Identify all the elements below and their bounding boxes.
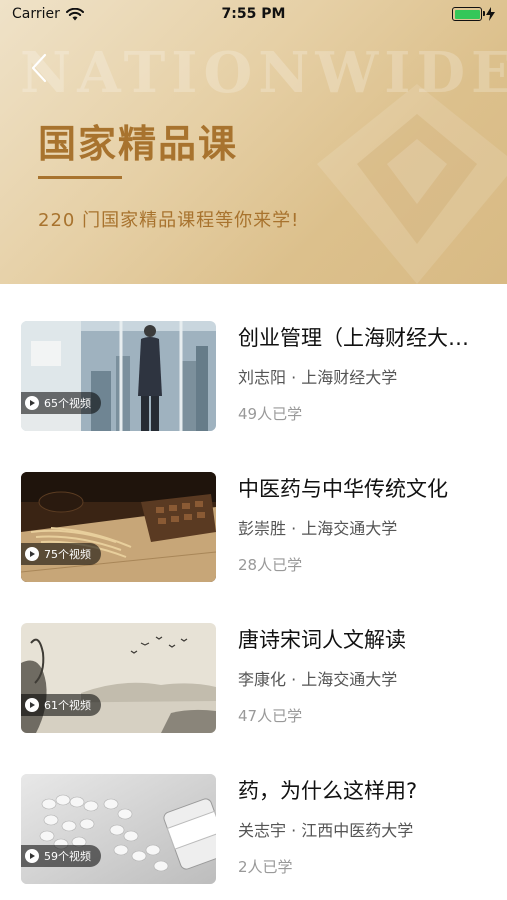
course-teacher-school: 李康化 · 上海交通大学 bbox=[238, 670, 398, 689]
play-icon bbox=[25, 547, 39, 561]
course-title[interactable]: 中医药与中华传统文化 bbox=[238, 473, 478, 503]
play-icon bbox=[25, 396, 39, 410]
status-bar: Carrier 7:55 PM bbox=[0, 0, 507, 28]
course-teacher-school: 关志宇 · 江西中医药大学 bbox=[238, 821, 414, 840]
course-title[interactable]: 创业管理（上海财经大学） bbox=[238, 322, 478, 352]
title-underline bbox=[38, 176, 122, 179]
course-thumbnail[interactable]: 61个视频 bbox=[21, 623, 216, 733]
header-banner: NATIONWIDE Carrier 7:55 PM 国家精品课 220 门国家… bbox=[0, 0, 507, 284]
video-count-badge: 75个视频 bbox=[21, 543, 101, 565]
video-count: 65个视频 bbox=[44, 397, 91, 410]
chevron-left-icon bbox=[31, 53, 47, 83]
video-count: 75个视频 bbox=[44, 548, 91, 561]
course-thumbnail[interactable]: 65个视频 bbox=[21, 321, 216, 431]
video-count-badge: 65个视频 bbox=[21, 392, 101, 414]
video-count-badge: 61个视频 bbox=[21, 694, 101, 716]
course-learner-count: 49人已学 bbox=[238, 405, 303, 423]
course-title[interactable]: 药，为什么这样用? bbox=[238, 775, 478, 805]
business-man-window-image bbox=[21, 321, 216, 431]
course-item[interactable]: 59个视频 药，为什么这样用? 关志宇 · 江西中医药大学 2人已学 bbox=[0, 737, 507, 888]
course-learner-count: 28人已学 bbox=[238, 556, 303, 574]
page-subtitle: 220 门国家精品课程等你来学! bbox=[38, 210, 300, 231]
back-button[interactable] bbox=[22, 48, 56, 88]
course-learner-count: 47人已学 bbox=[238, 707, 303, 725]
course-item[interactable]: 75个视频 中医药与中华传统文化 彭崇胜 · 上海交通大学 28人已学 bbox=[0, 435, 507, 586]
chinese-herbs-image bbox=[21, 472, 216, 582]
course-thumbnail[interactable]: 75个视频 bbox=[21, 472, 216, 582]
course-teacher-school: 彭崇胜 · 上海交通大学 bbox=[238, 519, 398, 538]
course-item[interactable]: 61个视频 唐诗宋词人文解读 李康化 · 上海交通大学 47人已学 bbox=[0, 586, 507, 737]
video-count: 59个视频 bbox=[44, 850, 91, 863]
video-count: 61个视频 bbox=[44, 699, 91, 712]
course-list: 65个视频 创业管理（上海财经大学） 刘志阳 · 上海财经大学 49人已学 75… bbox=[0, 284, 507, 888]
course-teacher-school: 刘志阳 · 上海财经大学 bbox=[238, 368, 398, 387]
play-icon bbox=[25, 849, 39, 863]
video-count-badge: 59个视频 bbox=[21, 845, 101, 867]
pills-bottle-image bbox=[21, 774, 216, 884]
page-title: 国家精品课 bbox=[38, 121, 239, 166]
course-thumbnail[interactable]: 59个视频 bbox=[21, 774, 216, 884]
status-time: 7:55 PM bbox=[221, 6, 286, 22]
ink-landscape-image bbox=[21, 623, 216, 733]
battery-icon bbox=[452, 7, 485, 21]
play-icon bbox=[25, 698, 39, 712]
banner-emblem bbox=[317, 84, 507, 284]
course-learner-count: 2人已学 bbox=[238, 858, 293, 876]
course-title[interactable]: 唐诗宋词人文解读 bbox=[238, 624, 478, 654]
course-item[interactable]: 65个视频 创业管理（上海财经大学） 刘志阳 · 上海财经大学 49人已学 bbox=[0, 284, 507, 435]
